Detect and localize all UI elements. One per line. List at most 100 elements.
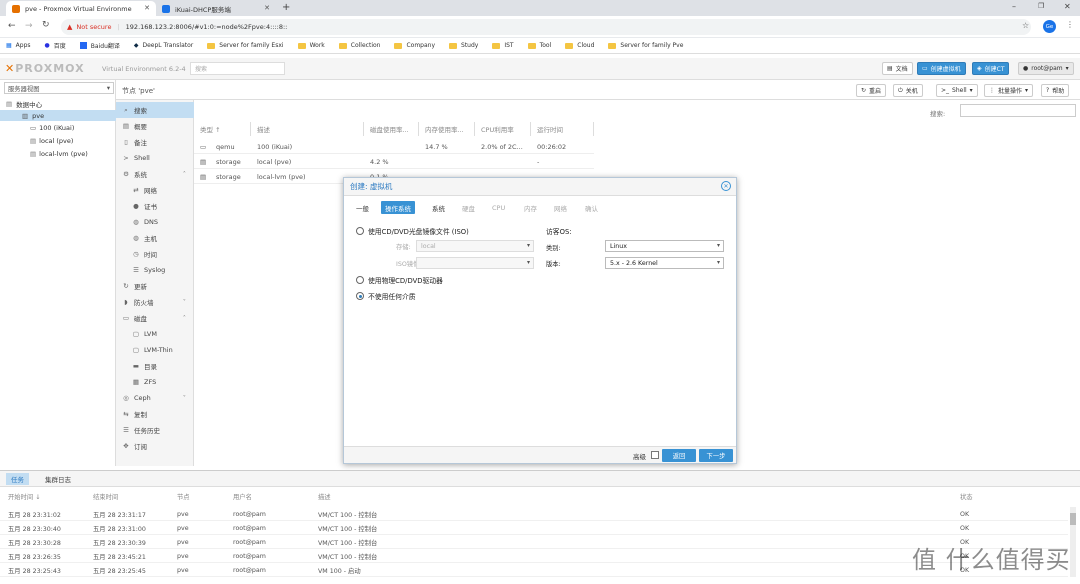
bookmark-folder-company[interactable]: Company	[394, 42, 435, 49]
search-input[interactable]: 搜索	[190, 62, 285, 75]
back-icon[interactable]: ←	[8, 21, 16, 31]
nav-item-search[interactable]: ⌕ 搜索	[116, 102, 194, 118]
nav-item-task-history[interactable]: ☰ 任务历史	[116, 422, 194, 438]
bookmark-folder-collection[interactable]: Collection	[338, 42, 380, 49]
nav-item-network[interactable]: ⇄ 网络	[116, 182, 194, 198]
profile-avatar[interactable]: Ge	[1043, 20, 1056, 33]
advanced-checkbox[interactable]	[651, 451, 659, 459]
tab-tasks[interactable]: 任务	[6, 473, 29, 485]
bookmark-folder-ist[interactable]: IST	[492, 42, 514, 49]
browser-tab-ikuai[interactable]: iKuai-DHCP服务端 ✕	[156, 1, 276, 16]
log-row[interactable]: 五月 28 23:26:35 五月 28 23:45:21 pve root@p…	[0, 549, 1068, 563]
forward-icon[interactable]: →	[25, 21, 33, 31]
tab-cluster-log[interactable]: 集群日志	[40, 473, 76, 485]
column-header-disk[interactable]: 磁盘使用率...	[364, 122, 419, 136]
column-header-node[interactable]: 节点	[177, 489, 190, 503]
tab-hard-disk[interactable]: 硬盘	[458, 201, 479, 214]
tree-item-storage-lvm[interactable]: ▤ local-lvm (pve)	[30, 148, 88, 159]
tab-cpu[interactable]: CPU	[488, 201, 509, 214]
tab-os[interactable]: 操作系统	[381, 201, 415, 214]
bookmark-folder-tool[interactable]: Tool	[527, 42, 551, 49]
tab-confirm[interactable]: 确认	[581, 201, 602, 214]
next-button[interactable]: 下一步	[699, 449, 733, 462]
window-close-icon[interactable]: ✕	[1064, 2, 1071, 11]
nav-item-time[interactable]: ◷ 时间	[116, 246, 194, 262]
os-type-select[interactable]: Linux ▾	[605, 240, 724, 252]
nav-item-zfs[interactable]: ▦ ZFS	[116, 374, 194, 390]
restore-icon[interactable]: ❐	[1038, 2, 1044, 10]
radio-button[interactable]	[356, 276, 364, 284]
nav-item-replication[interactable]: ⇆ 复制	[116, 406, 194, 422]
nav-item-shell[interactable]: > Shell	[116, 150, 194, 166]
tree-item-vm-100[interactable]: ▭ 100 (iKuai)	[30, 122, 74, 133]
nav-item-dns[interactable]: ◍ DNS	[116, 214, 194, 230]
scrollbar-thumb[interactable]	[1070, 513, 1076, 525]
nav-item-disks[interactable]: ▭ 磁盘 ˄	[116, 310, 194, 326]
column-header-status[interactable]: 状态	[960, 489, 973, 503]
nav-item-updates[interactable]: ↻ 更新	[116, 278, 194, 294]
docs-button[interactable]: ▤ 文档	[882, 62, 913, 75]
bookmark-deepl[interactable]: ◆ DeepL Translator	[134, 42, 193, 49]
help-button[interactable]: ? 帮助	[1041, 84, 1070, 97]
reboot-button[interactable]: ↻ 重启	[856, 84, 887, 97]
column-header-uptime[interactable]: 运行时间	[531, 122, 594, 136]
nav-item-system[interactable]: ⚙ 系统 ˄	[116, 166, 194, 182]
shell-button[interactable]: >_ Shell ▾	[936, 84, 978, 97]
column-header-user[interactable]: 用户名	[233, 489, 252, 503]
nav-item-lvm-thin[interactable]: ▢ LVM-Thin	[116, 342, 194, 358]
table-row[interactable]: ▭ qemu 100 (iKuai) 14.7 % 2.0% of 2C... …	[194, 139, 594, 154]
shutdown-button[interactable]: ⏻ 关机	[893, 84, 923, 97]
close-tab-icon[interactable]: ✕	[264, 4, 270, 12]
bookmark-baidu[interactable]: ● 百度	[45, 41, 66, 50]
star-icon[interactable]: ☆	[1022, 21, 1029, 30]
nav-item-firewall[interactable]: ◗ 防火墙 ˅	[116, 294, 194, 310]
bookmark-folder-cloud[interactable]: Cloud	[565, 42, 594, 49]
nav-item-syslog[interactable]: ☰ Syslog	[116, 262, 194, 278]
bookmark-folder-pve[interactable]: Server for family Pve	[608, 42, 683, 49]
menu-icon[interactable]: ⋮	[1066, 20, 1074, 29]
nav-item-lvm[interactable]: ▢ LVM	[116, 326, 194, 342]
log-row[interactable]: 五月 28 23:31:02 五月 28 23:31:17 pve root@p…	[0, 507, 1068, 521]
log-row[interactable]: 五月 28 23:25:43 五月 28 23:25:45 pve root@p…	[0, 563, 1068, 577]
create-ct-button[interactable]: ◈ 创建CT	[972, 62, 1010, 75]
user-menu-button[interactable]: ● root@pam ▾	[1018, 62, 1074, 75]
nav-item-subscription[interactable]: ✥ 订阅	[116, 438, 194, 454]
new-tab-icon[interactable]: +	[282, 2, 290, 13]
column-header-cpu[interactable]: CPU利用率	[475, 122, 531, 136]
tab-general[interactable]: 一般	[352, 201, 373, 214]
nav-item-directory[interactable]: ▬ 目录	[116, 358, 194, 374]
view-select[interactable]: 服务器视图 ▾	[4, 82, 114, 94]
radio-physical-drive[interactable]: 使用物理CD/DVD驱动器	[356, 275, 443, 285]
radio-button-checked[interactable]	[356, 292, 364, 300]
bookmark-folder-work[interactable]: Work	[297, 42, 325, 49]
nav-item-summary[interactable]: ▤ 概要	[116, 118, 194, 134]
nav-item-certificates[interactable]: ● 证书	[116, 198, 194, 214]
reload-icon[interactable]: ↻	[42, 20, 50, 30]
nav-item-hosts[interactable]: ◍ 主机	[116, 230, 194, 246]
column-header-type[interactable]: 类型 ↑	[194, 122, 251, 136]
radio-use-iso[interactable]: 使用CD/DVD光盘镜像文件 (ISO)	[356, 226, 469, 236]
minimize-icon[interactable]: –	[1012, 2, 1016, 11]
close-icon[interactable]: ✕	[721, 181, 731, 191]
bookmark-folder-study[interactable]: Study	[449, 42, 478, 49]
bulk-actions-button[interactable]: ⋮ 批量操作 ▾	[984, 84, 1034, 97]
column-header-end[interactable]: 结束时间	[93, 489, 118, 503]
storage-select[interactable]: local ▾	[416, 240, 534, 252]
tree-item-datacenter[interactable]: ▤ 数据中心	[6, 98, 42, 109]
column-header-start[interactable]: 开始时间 ↓	[8, 489, 40, 503]
radio-button[interactable]	[356, 227, 364, 235]
os-version-select[interactable]: 5.x - 2.6 Kernel ▾	[605, 257, 724, 269]
nav-item-notes[interactable]: ▯ 备注	[116, 134, 194, 150]
iso-image-select[interactable]: ▾	[416, 257, 534, 269]
bookmark-apps[interactable]: ▦ Apps	[6, 42, 31, 49]
tree-item-storage-local[interactable]: ▤ local (pve)	[30, 135, 73, 146]
omnibox[interactable]: ▲ Not secure | 192.168.123.2:8006/#v1:0:…	[61, 19, 1031, 35]
close-tab-icon[interactable]: ✕	[144, 4, 150, 12]
browser-tab-pve[interactable]: pve - Proxmox Virtual Environme ✕	[6, 1, 156, 16]
column-header-description[interactable]: 描述	[251, 122, 364, 136]
nav-item-ceph[interactable]: ◎ Ceph ˅	[116, 390, 194, 406]
tab-memory[interactable]: 内存	[520, 201, 541, 214]
table-row[interactable]: ▤ storage local (pve) 4.2 % -	[194, 154, 594, 169]
log-row[interactable]: 五月 28 23:30:28 五月 28 23:30:39 pve root@p…	[0, 535, 1068, 549]
bookmark-baidu-translate[interactable]: Baidu翻译	[79, 41, 120, 50]
